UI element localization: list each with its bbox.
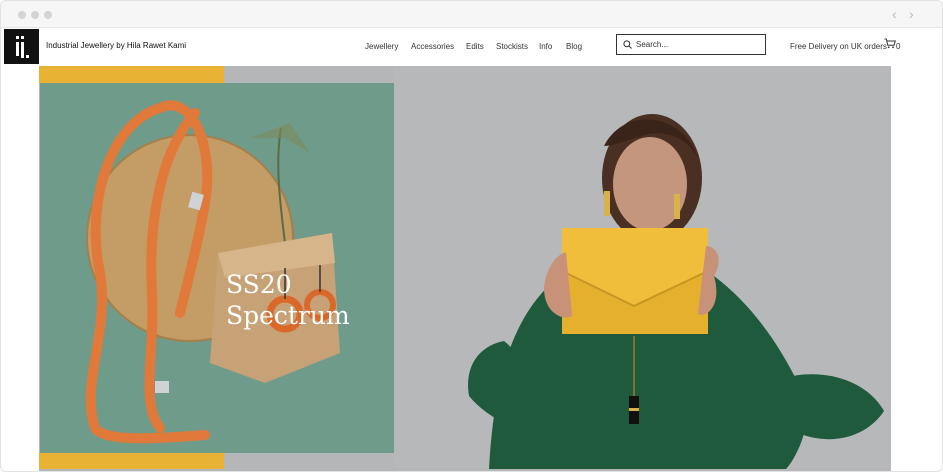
nav-item-accessories[interactable]: Accessories	[411, 42, 454, 51]
forward-arrow-icon[interactable]: ›	[909, 7, 914, 21]
model-with-bag-image	[394, 66, 891, 469]
nav-item-edits[interactable]: Edits	[466, 42, 484, 51]
hero-image-right[interactable]	[394, 66, 891, 469]
accent-strip-top	[39, 66, 224, 83]
hero-image-left[interactable]	[40, 83, 394, 453]
browser-window: ‹ › Industrial Jewellery by Hila Rawet K…	[0, 0, 943, 472]
hero-title-line-1: SS20	[226, 270, 292, 299]
logo-dot	[16, 36, 19, 39]
product-still-life-image	[40, 83, 394, 453]
delivery-notice: Free Delivery on UK orders	[790, 42, 887, 51]
window-minimize-dot[interactable]	[31, 11, 39, 19]
nav-item-info[interactable]: Info	[539, 42, 552, 51]
site-header: Industrial Jewellery by Hila Rawet Kami …	[1, 28, 942, 66]
accent-strip-bottom	[39, 453, 224, 469]
back-arrow-icon[interactable]: ‹	[892, 7, 897, 21]
search-placeholder: Search...	[636, 40, 669, 49]
logo-dot	[26, 55, 29, 58]
cart-count[interactable]: 0	[896, 42, 900, 51]
nav-item-jewellery[interactable]: Jewellery	[365, 42, 398, 51]
nav-item-stockists[interactable]: Stockists	[496, 42, 528, 51]
hero-title-line-2: Spectrum	[226, 301, 350, 330]
search-input[interactable]: Search...	[616, 34, 766, 55]
logo-bar	[21, 42, 24, 58]
window-maximize-dot[interactable]	[44, 11, 52, 19]
cart-icon[interactable]	[884, 38, 896, 49]
nav-item-blog[interactable]: Blog	[566, 42, 582, 51]
search-icon	[623, 40, 632, 49]
logo-dot	[21, 36, 24, 39]
brand-name[interactable]: Industrial Jewellery by Hila Rawet Kami	[46, 41, 186, 50]
logo[interactable]	[4, 29, 39, 64]
logo-bar	[16, 42, 19, 56]
window-close-dot[interactable]	[18, 11, 26, 19]
hero-title: SS20 Spectrum	[226, 269, 350, 331]
browser-titlebar: ‹ ›	[1, 1, 942, 28]
